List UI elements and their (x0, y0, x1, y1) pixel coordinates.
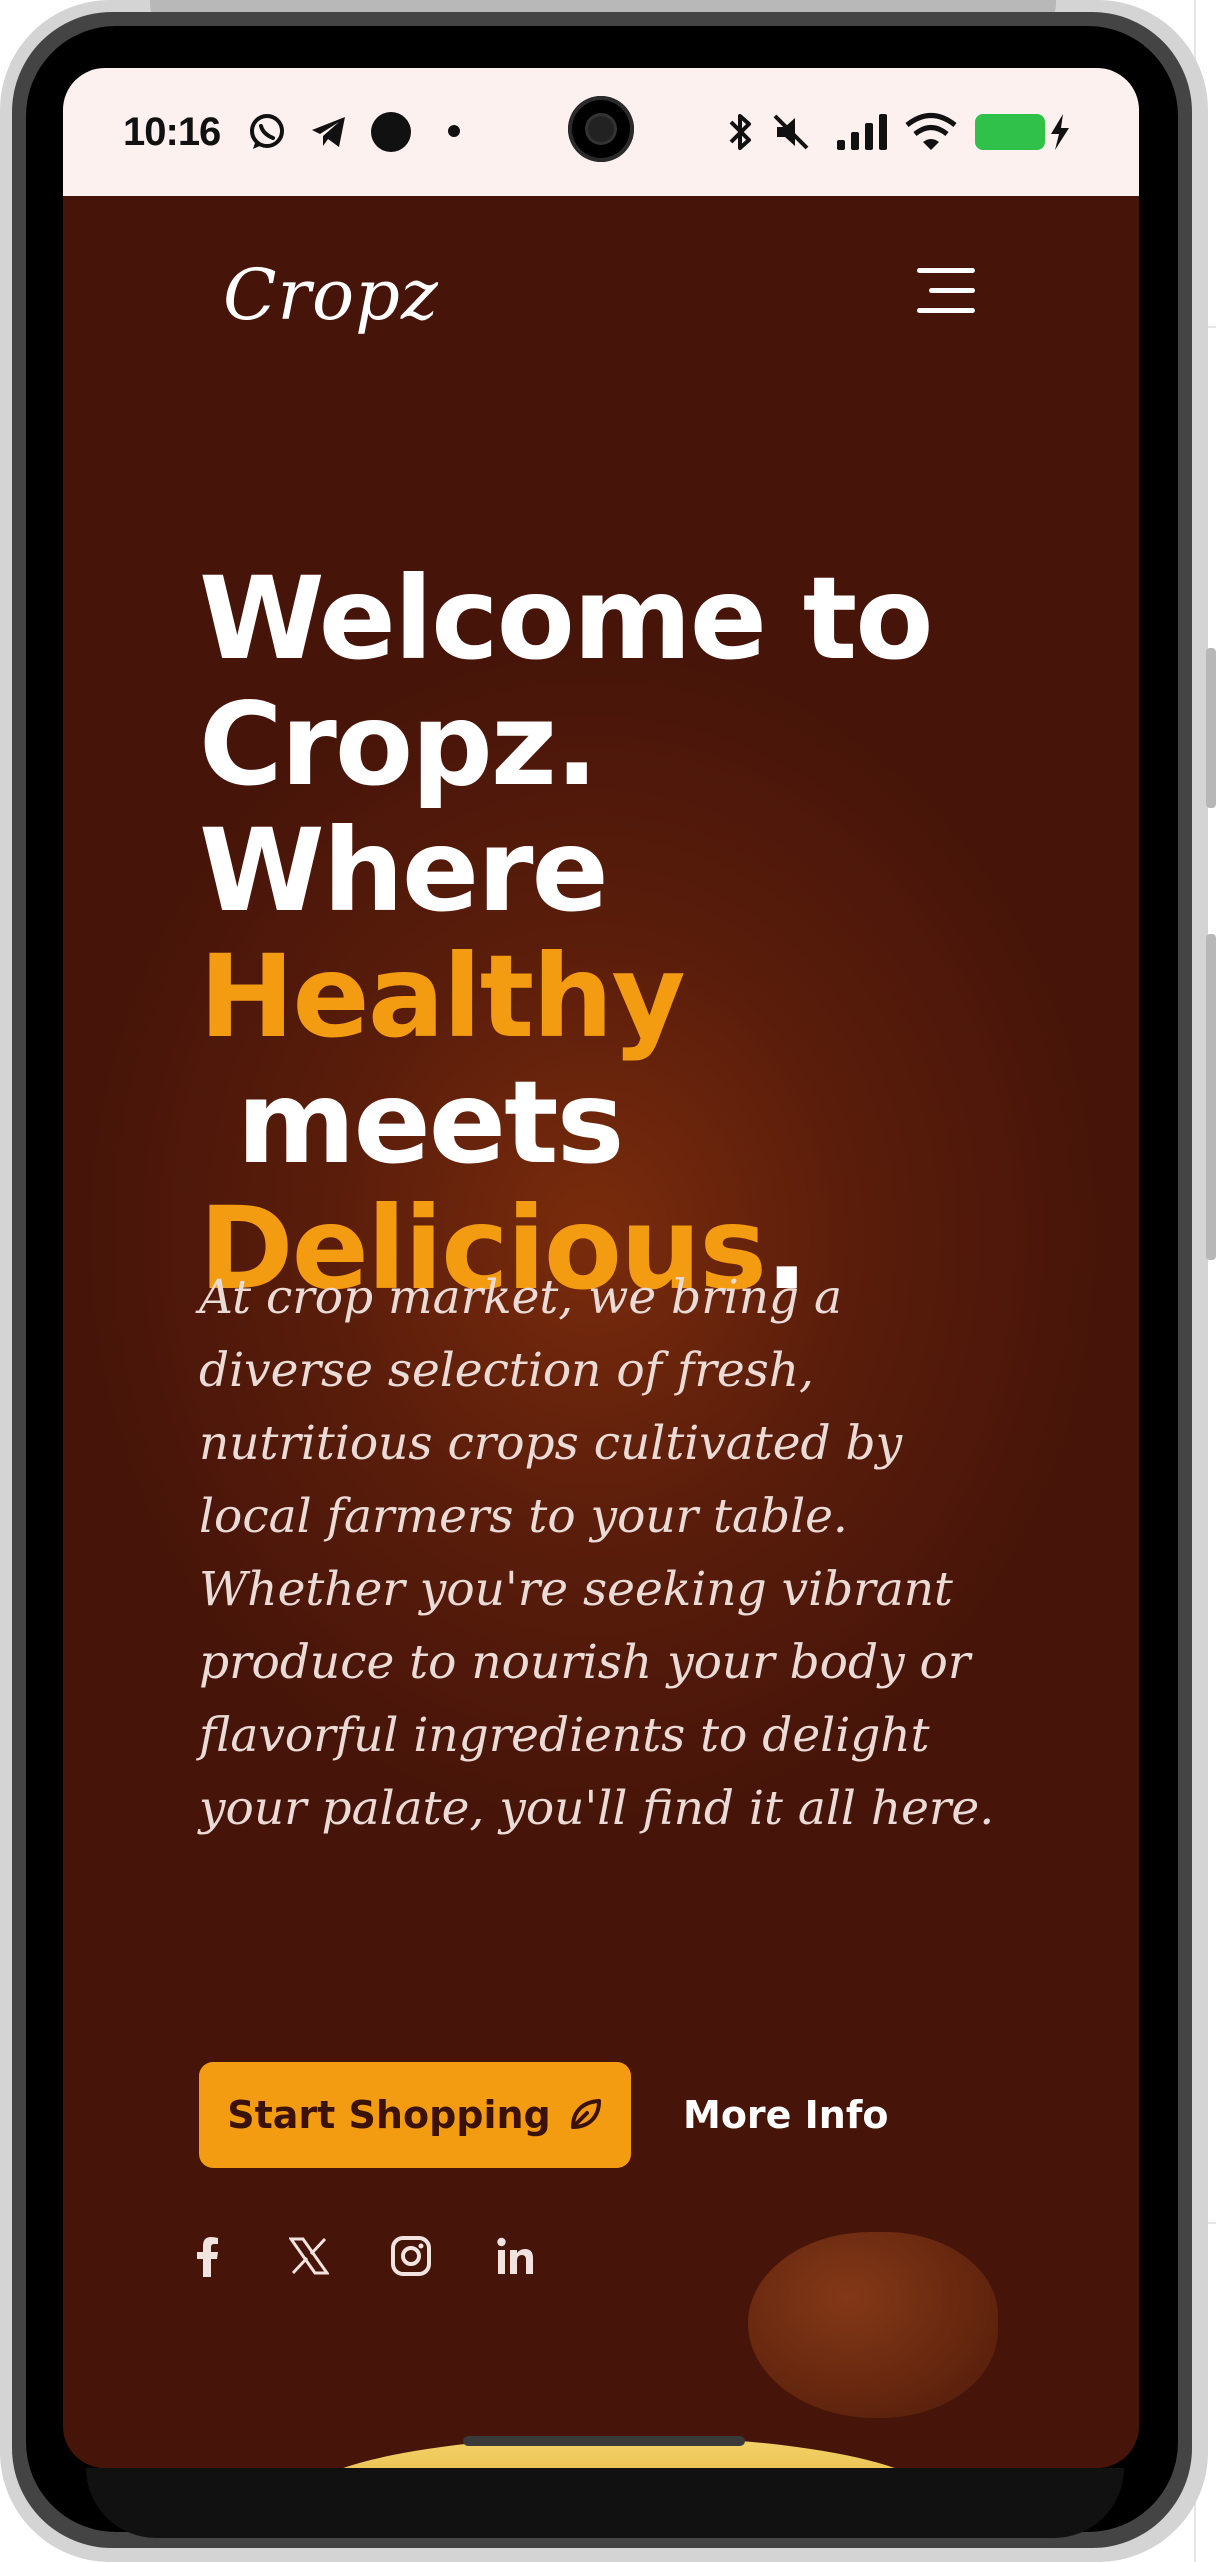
power-button (1206, 934, 1216, 1260)
volume-button (1206, 648, 1216, 808)
leaf-icon (570, 2099, 601, 2129)
headline-meets: meets (199, 1056, 625, 1189)
home-indicator[interactable] (463, 2436, 745, 2446)
screen: 10:16 Cropz Welcome to Cropz. Where Heal… (63, 68, 1139, 2468)
menu-button[interactable] (911, 266, 975, 322)
wifi-icon (905, 113, 957, 150)
headline-line-3: Where (199, 804, 609, 937)
telegram-icon (312, 117, 345, 147)
instagram-icon[interactable] (387, 2232, 435, 2280)
more-notifications-icon (448, 125, 460, 137)
linkedin-icon[interactable] (491, 2232, 539, 2280)
menu-icon-bar (917, 308, 975, 313)
whatsapp-icon (250, 114, 284, 149)
menu-icon (917, 268, 975, 273)
hero-section: Cropz Welcome to Cropz. Where Healthy me… (63, 196, 1139, 2468)
app-notification-icon (371, 112, 411, 152)
bluetooth-icon (729, 114, 751, 150)
front-camera (568, 96, 634, 162)
x-icon[interactable] (285, 2232, 333, 2280)
charging-icon (1051, 114, 1069, 150)
facebook-icon[interactable] (183, 2232, 231, 2280)
logo[interactable]: Cropz (223, 254, 439, 336)
potato-image (748, 2232, 998, 2418)
more-info-button[interactable]: More Info (683, 2062, 889, 2168)
phone-chin (86, 2468, 1124, 2538)
start-shopping-button[interactable]: Start Shopping (199, 2062, 631, 2168)
status-bar: 10:16 (63, 68, 1139, 196)
battery-icon (975, 114, 1045, 150)
signal-icon (837, 114, 887, 150)
status-time: 10:16 (123, 110, 221, 154)
hero-headline: Welcome to Cropz. Where Healthy meets De… (199, 556, 1059, 1312)
headline-highlight-healthy: Healthy (199, 930, 686, 1063)
start-shopping-label: Start Shopping (227, 2093, 551, 2137)
menu-icon-bar (929, 288, 975, 293)
mute-icon (773, 114, 809, 150)
hero-description: At crop market, we bring a diverse selec… (199, 1270, 995, 1836)
headline-line-2: Cropz. (199, 678, 598, 811)
headline-line-1: Welcome to (199, 552, 934, 685)
